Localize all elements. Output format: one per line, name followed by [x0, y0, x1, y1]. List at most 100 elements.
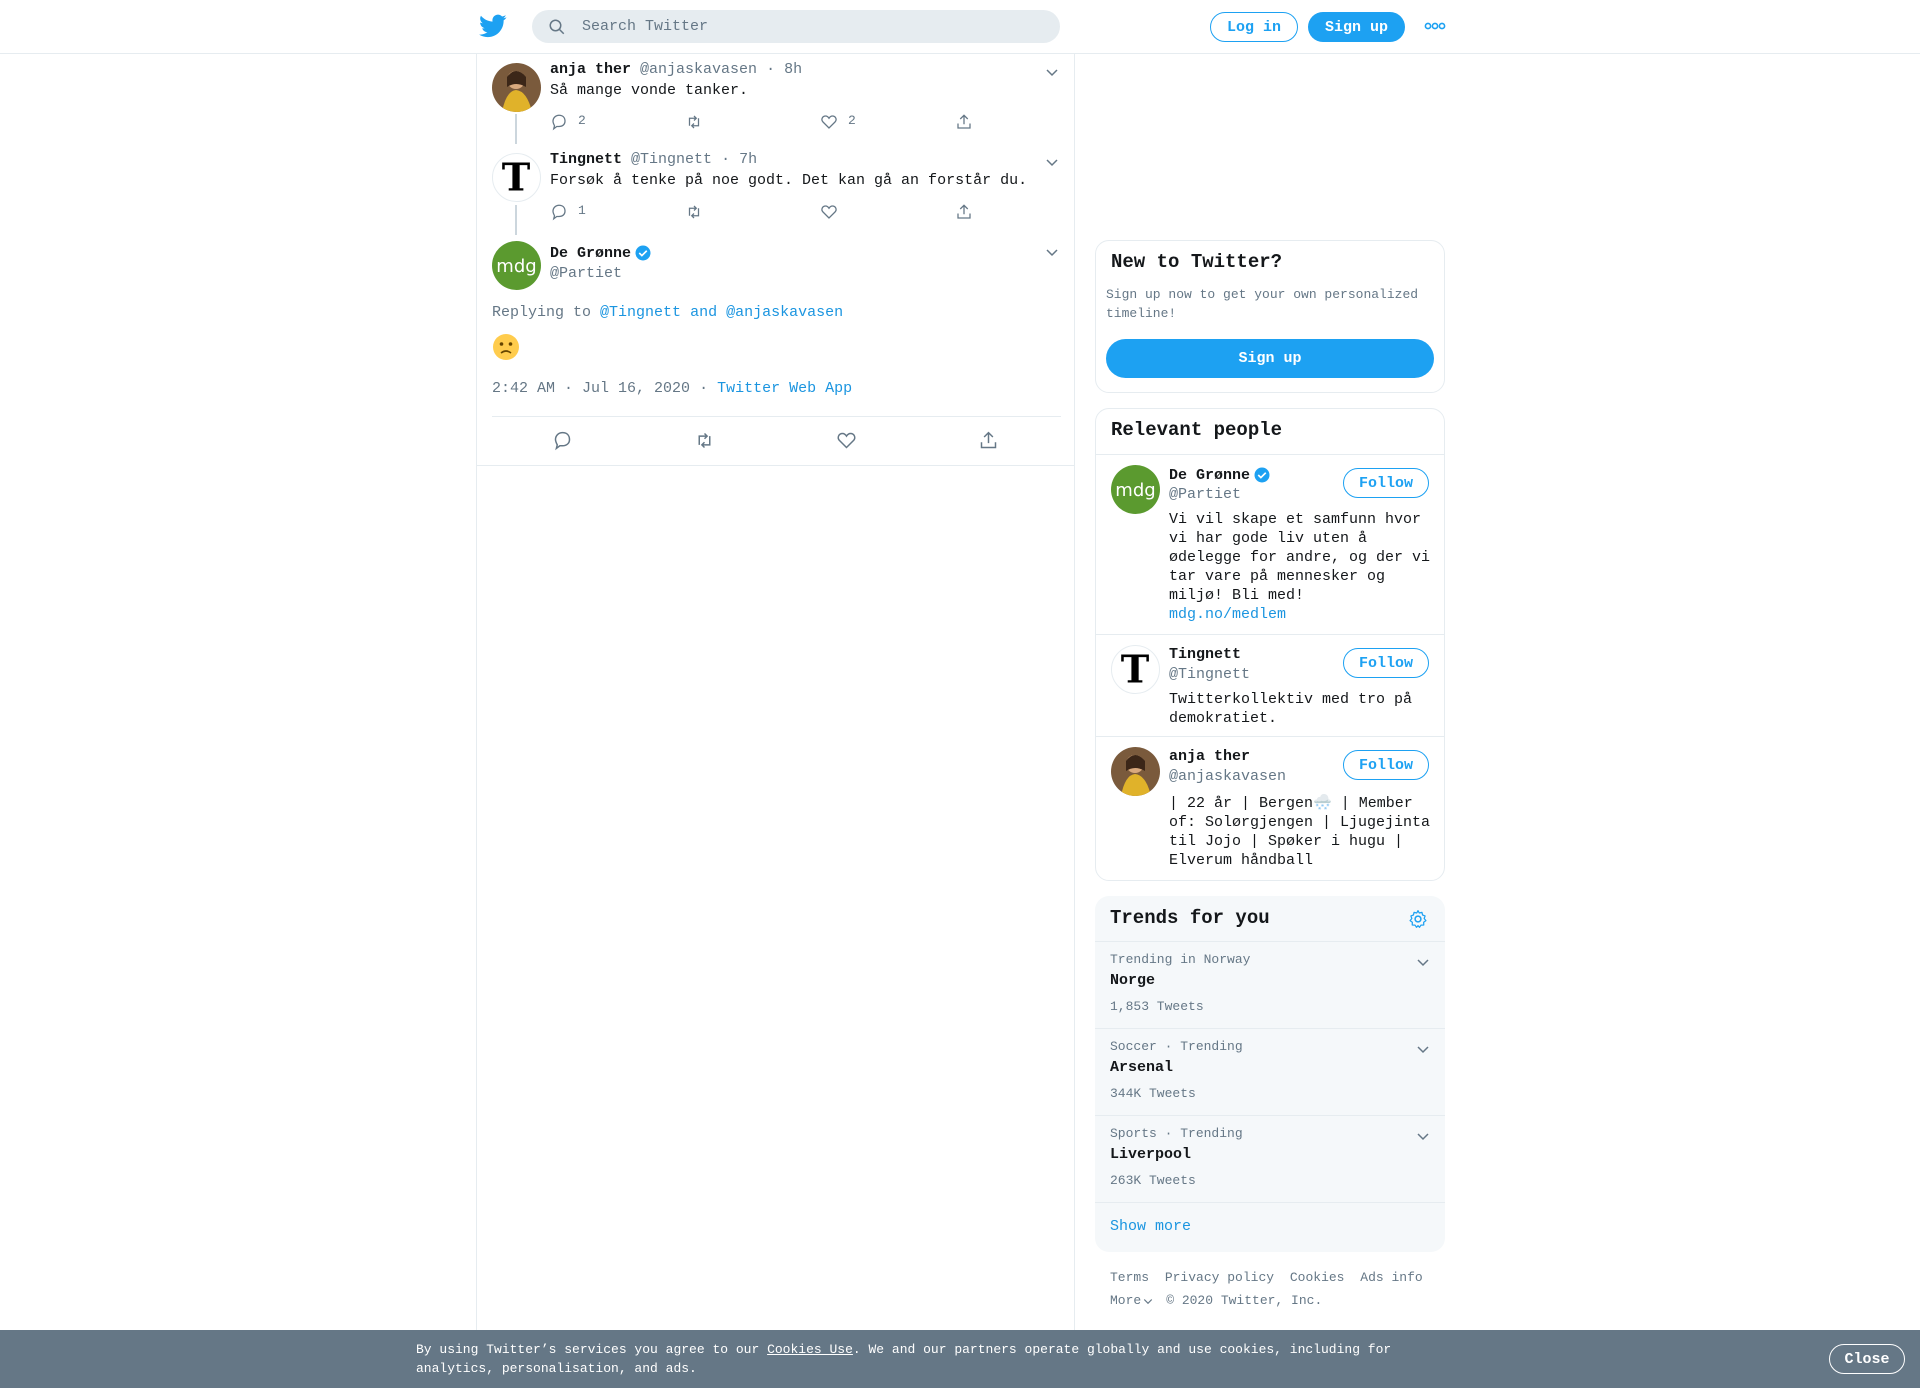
verified-badge-icon [1254, 467, 1270, 483]
search-input[interactable] [582, 10, 1042, 43]
card-title: Relevant people [1111, 419, 1283, 441]
trend-item[interactable]: Sports · Trending Liverpool 263K Tweets [1095, 1115, 1445, 1202]
thread-connector [515, 114, 517, 144]
tweet-header: De Grønne [550, 244, 652, 262]
share-button[interactable] [955, 112, 973, 132]
reply-count: 1 [578, 202, 586, 218]
person-item[interactable]: mdg De Grønne @Partiet Follow Vi vil ska… [1096, 454, 1444, 634]
share-icon [957, 204, 971, 219]
chevron-down-icon[interactable] [1415, 1128, 1431, 1144]
tweet-source-link[interactable]: Twitter Web App [717, 380, 852, 397]
share-button[interactable] [978, 430, 999, 450]
verified-badge-icon [635, 245, 651, 261]
header-signup-button[interactable]: Sign up [1308, 12, 1405, 42]
heart-icon [821, 115, 837, 129]
avatar-tingnett[interactable]: T [1111, 645, 1160, 694]
mention-link[interactable]: @Tingnett [600, 304, 681, 321]
top-header: Log in Sign up [0, 0, 1920, 54]
avatar-anja[interactable] [1111, 747, 1160, 796]
tweet-author-name[interactable]: Tingnett [550, 151, 622, 168]
tweet-time[interactable]: · 8h [766, 61, 802, 78]
footer-link-terms[interactable]: Terms [1110, 1270, 1149, 1285]
person-bio: | 22 år | Bergen🌨️ | Member of: Solørgje… [1169, 795, 1431, 869]
search-box[interactable] [532, 10, 1060, 43]
reply-icon [552, 114, 566, 131]
tweet-timestamp[interactable]: 2:42 AM · Jul 16, 2020 [492, 380, 690, 397]
person-name[interactable]: anja ther [1169, 748, 1250, 765]
tweet-author-handle[interactable]: @Tingnett [631, 151, 712, 168]
chevron-down-icon[interactable] [1044, 154, 1060, 170]
trend-context: Sports · Trending [1110, 1126, 1243, 1141]
retweet-icon [688, 205, 700, 219]
avatar-de-gronne[interactable]: mdg [492, 241, 541, 290]
tweet-author-name[interactable]: De Grønne [550, 245, 631, 262]
footer-more-link[interactable]: More [1110, 1293, 1141, 1308]
main-column: anja ther @anjaskavasen · 8h Så mange vo… [476, 54, 1075, 1334]
follow-button[interactable]: Follow [1343, 750, 1429, 780]
chevron-down-icon[interactable] [1142, 1295, 1154, 1307]
like-button[interactable]: 2 [820, 112, 856, 132]
sidebar-signup-button[interactable]: Sign up [1106, 339, 1434, 378]
show-more-link[interactable]: Show more [1110, 1218, 1191, 1235]
trend-item[interactable]: Trending in Norway Norge 1,853 Tweets [1095, 941, 1445, 1028]
trend-count: 344K Tweets [1110, 1086, 1196, 1101]
footer-link-ads-info[interactable]: Ads info [1360, 1270, 1422, 1285]
reply-icon [552, 204, 566, 221]
reply-button[interactable]: 1 [550, 202, 586, 222]
chevron-down-icon[interactable] [1415, 1041, 1431, 1057]
footer-link-privacy[interactable]: Privacy policy [1165, 1270, 1274, 1285]
tweet-time[interactable]: · 7h [721, 151, 757, 168]
twitter-logo-icon[interactable] [479, 12, 507, 40]
trend-context: Soccer · Trending [1110, 1039, 1243, 1054]
chevron-down-icon[interactable] [1044, 64, 1060, 80]
footer-links: Terms Privacy policy Cookies Ads info [1110, 1270, 1431, 1285]
chevron-down-icon[interactable] [1044, 244, 1060, 260]
retweet-button[interactable] [694, 430, 715, 450]
person-handle[interactable]: @anjaskavasen [1169, 768, 1286, 785]
mention-link[interactable]: @anjaskavasen [726, 304, 843, 321]
share-button[interactable] [955, 202, 973, 222]
trend-count: 263K Tweets [1110, 1173, 1196, 1188]
like-button[interactable] [820, 202, 838, 222]
person-name[interactable]: Tingnett [1169, 646, 1241, 663]
footer-link-cookies[interactable]: Cookies [1290, 1270, 1345, 1285]
thread-connector [515, 205, 517, 235]
chevron-down-icon[interactable] [1415, 954, 1431, 970]
card-title: New to Twitter? [1111, 251, 1283, 273]
person-handle[interactable]: @Partiet [1169, 486, 1241, 503]
svg-text:mdg: mdg [496, 256, 536, 277]
divider [477, 465, 1074, 466]
slightly-frowning-face-emoji [493, 334, 519, 360]
copyright: © 2020 Twitter, Inc. [1166, 1293, 1323, 1308]
person-handle[interactable]: @Tingnett [1169, 666, 1250, 683]
divider [492, 416, 1061, 417]
divider [1095, 1202, 1445, 1203]
person-name[interactable]: De Grønne [1169, 466, 1271, 484]
gear-icon[interactable] [1408, 909, 1428, 929]
retweet-button[interactable] [685, 202, 703, 222]
person-item[interactable]: T Tingnett @Tingnett Follow Twitterkolle… [1096, 634, 1444, 736]
like-button[interactable] [836, 430, 857, 450]
trend-item[interactable]: Soccer · Trending Arsenal 344K Tweets [1095, 1028, 1445, 1115]
avatar-de-gronne[interactable]: mdg [1111, 465, 1160, 514]
tweet-author-name[interactable]: anja ther [550, 61, 631, 78]
login-button[interactable]: Log in [1210, 12, 1298, 42]
heart-icon [821, 205, 837, 219]
avatar-tingnett[interactable]: T [492, 153, 541, 202]
bio-link[interactable]: mdg.no/medlem [1169, 606, 1286, 623]
cookie-close-button[interactable]: Close [1829, 1344, 1905, 1374]
new-to-twitter-card: New to Twitter? Sign up now to get your … [1095, 240, 1445, 393]
more-options-icon[interactable] [1424, 18, 1446, 34]
replying-prefix: Replying to [492, 304, 592, 321]
follow-button[interactable]: Follow [1343, 468, 1429, 498]
reply-button[interactable] [552, 430, 573, 450]
avatar-anja[interactable] [492, 63, 541, 112]
reply-button[interactable]: 2 [550, 112, 586, 132]
tweet-author-handle[interactable]: @Partiet [550, 265, 622, 282]
cookies-use-link[interactable]: Cookies Use [767, 1342, 853, 1357]
follow-button[interactable]: Follow [1343, 648, 1429, 678]
person-item[interactable]: anja ther @anjaskavasen Follow | 22 år |… [1096, 736, 1444, 880]
retweet-button[interactable] [685, 112, 703, 132]
tweet-author-handle[interactable]: @anjaskavasen [640, 61, 757, 78]
trends-card: Trends for you Trending in Norway Norge … [1095, 896, 1445, 1252]
